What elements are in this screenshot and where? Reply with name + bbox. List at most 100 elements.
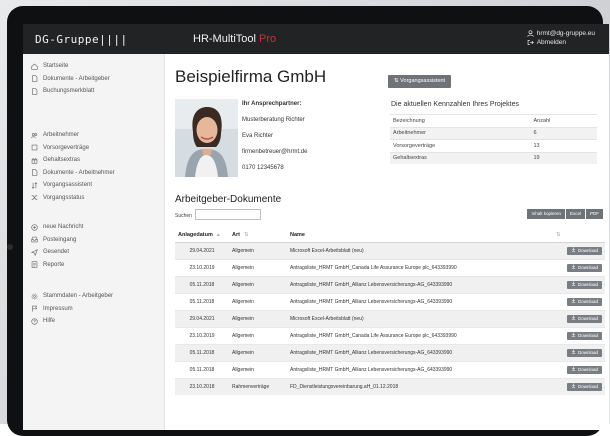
sidebar-item[interactable]: Vorgangsstatus — [23, 192, 164, 205]
sort-icon: ⇅ — [243, 232, 249, 238]
user-icon — [527, 30, 534, 37]
column-header-art[interactable]: Art ⇅ — [229, 228, 287, 243]
cell-actions: Download — [549, 259, 605, 277]
sidebar-item-label: Impressum — [43, 305, 73, 312]
cell-actions: Download — [549, 327, 605, 345]
sidebar-item[interactable]: Reporte — [23, 259, 164, 272]
download-button[interactable]: Download — [566, 315, 602, 323]
sidebar-item[interactable]: Posteingang — [23, 234, 164, 247]
sidebar-item[interactable]: Impressum — [23, 303, 164, 316]
download-button[interactable]: Download — [566, 247, 602, 255]
cell-name[interactable]: Antragsliste_HRMT GmbH_Canada Life Assur… — [287, 327, 549, 345]
search-input[interactable] — [195, 209, 261, 220]
sidebar-item-label: neue Nachricht — [43, 224, 84, 231]
cell-actions: Download — [549, 378, 605, 395]
sidebar-item[interactable]: Stammdaten - Arbeitgeber — [23, 290, 164, 303]
cell-actions: Download — [549, 293, 605, 311]
cell-actions: Download — [549, 242, 605, 260]
sidebar-item[interactable]: Startseite — [23, 60, 164, 73]
vorgangsassistent-button[interactable]: ⇅ Vorgangsassistent — [388, 75, 452, 88]
download-button[interactable]: Download — [566, 366, 602, 374]
search-label: Suchen — [175, 213, 192, 219]
contact-card: Ihr Ansprechpartner: Musterberatung Rich… — [242, 101, 307, 181]
user-email: hrmt@dg-gruppe.eu — [536, 30, 595, 37]
cell-name[interactable]: Microsoft Excel-Arbeitsblatt (neu) — [287, 242, 549, 260]
tablet-frame: DG-Gruppe|||| HR-MultiTool Pro hrmt@dg-g… — [7, 6, 609, 436]
sidebar-item-label: Hilfe — [43, 318, 56, 325]
sidebar-item[interactable]: Dokumente - Arbeitgeber — [23, 73, 164, 86]
sidebar-item[interactable]: Dokumente - Arbeitnehmer — [23, 167, 164, 180]
contact-firm: Musterberatung Richter — [242, 117, 305, 123]
cell-name[interactable]: Antragsliste_HRMT GmbH_Allianz Lebensver… — [287, 293, 549, 311]
kennzahlen-header-cell: Bezeichnung — [390, 114, 531, 127]
cell-art: Allgemein — [229, 361, 287, 379]
table-row: 29.04.2021 Allgemein Microsoft Excel-Arbei… — [175, 310, 605, 328]
download-label: Download — [577, 282, 598, 287]
contact-email[interactable]: firmenbetreuer@hrmt.de — [242, 149, 307, 165]
sidebar-item-label: Reporte — [43, 261, 65, 268]
download-button[interactable]: Download — [566, 264, 602, 272]
kennzahlen-row: Gehaltsextras 19 — [390, 151, 597, 164]
cell-art: Allgemein — [229, 327, 287, 345]
sidebar-item[interactable]: Vorsorgeverträge — [23, 142, 164, 155]
column-header-name[interactable]: Name — [287, 228, 549, 243]
column-header-date[interactable]: Anlagedatum ▴ — [175, 228, 229, 243]
kennzahlen-title: Die aktuellen Kennzahlen Ihres Projektes — [391, 101, 520, 108]
cell-name[interactable]: Antragsliste_HRMT GmbH_Allianz Lebensver… — [287, 361, 549, 379]
kennzahlen-row: Vorsorgeverträge 13 — [390, 139, 597, 152]
excel-button[interactable]: Excel — [565, 209, 585, 219]
sidebar-item[interactable]: Buchungsmerkblatt — [23, 85, 164, 98]
download-label: Download — [577, 316, 598, 321]
cell-date: 29.04.2021 — [175, 310, 229, 328]
cell-art: Rahmenverträge — [229, 378, 287, 395]
download-button[interactable]: Download — [566, 332, 602, 340]
logout-link[interactable]: Abmelden — [527, 38, 595, 47]
sidebar-item[interactable]: Gesendet — [23, 246, 164, 259]
download-label: Download — [577, 299, 598, 304]
download-button[interactable]: Download — [566, 281, 602, 289]
vorgangsassistent-label: Vorgangsassistent — [400, 78, 446, 84]
cell-art: Allgemein — [229, 310, 287, 328]
cell-actions: Download — [549, 344, 605, 362]
download-icon — [571, 332, 576, 340]
cell-name[interactable]: Antragsliste_HRMT GmbH_Allianz Lebensver… — [287, 276, 549, 294]
cell-date: 29.04.2021 — [175, 242, 229, 260]
cell-name[interactable]: FD_Dienstleistungsvereinbarung.aH_01.12.… — [287, 378, 549, 395]
copy-button[interactable]: Inhalt kopieren — [527, 209, 565, 219]
sidebar-item[interactable]: Vorgangsassistent — [23, 179, 164, 192]
cell-name[interactable]: Antragsliste_HRMT GmbH_Canada Life Assur… — [287, 259, 549, 277]
logout-label: Abmelden — [536, 39, 566, 46]
cell-actions: Download — [549, 310, 605, 328]
contact-heading: Ihr Ansprechpartner: — [242, 101, 302, 107]
column-header-label: Anlagedatum — [178, 232, 213, 238]
cell-date: 05.11.2018 — [175, 293, 229, 311]
sidebar-item[interactable]: Arbeitnehmer — [23, 129, 164, 142]
cell-date: 23.10.2019 — [175, 259, 229, 277]
cell-art: Allgemein — [229, 293, 287, 311]
cell-actions: Download — [549, 361, 605, 379]
documents-title: Arbeitgeber-Dokumente — [175, 194, 282, 205]
download-button[interactable]: Download — [566, 349, 602, 357]
cell-date: 05.11.2018 — [175, 344, 229, 362]
cell-name[interactable]: Microsoft Excel-Arbeitsblatt (neu) — [287, 310, 549, 328]
kennzahlen-label: Gehaltsextras — [390, 151, 531, 164]
app-title-suffix: Pro — [259, 33, 277, 45]
kennzahlen-value: 13 — [530, 139, 597, 152]
cell-name[interactable]: Antragsliste_HRMT GmbH_Allianz Lebensver… — [287, 344, 549, 362]
sidebar-item-label: Startseite — [43, 63, 69, 70]
sidebar-item-label: Gehaltsextras — [43, 157, 81, 164]
user-account[interactable]: hrmt@dg-gruppe.eu — [527, 29, 595, 38]
sidebar-item[interactable]: Gehaltsextras — [23, 154, 164, 167]
download-button[interactable]: Download — [566, 383, 602, 391]
sidebar-group: Stammdaten - Arbeitgeber Impressum Hilfe — [23, 290, 164, 328]
logout-icon — [527, 39, 534, 46]
pdf-button[interactable]: PDF — [586, 209, 603, 219]
contact-photo — [175, 99, 238, 177]
download-button[interactable]: Download — [566, 298, 602, 306]
sidebar-item[interactable]: Hilfe — [23, 315, 164, 328]
sidebar-item[interactable]: neue Nachricht — [23, 221, 164, 234]
sidebar-item-label: Stammdaten - Arbeitgeber — [43, 293, 114, 300]
sidebar-item-label: Dokumente - Arbeitnehmer — [43, 169, 115, 176]
brand-logo[interactable]: DG-Gruppe|||| — [35, 33, 128, 46]
document-icon — [31, 88, 38, 95]
